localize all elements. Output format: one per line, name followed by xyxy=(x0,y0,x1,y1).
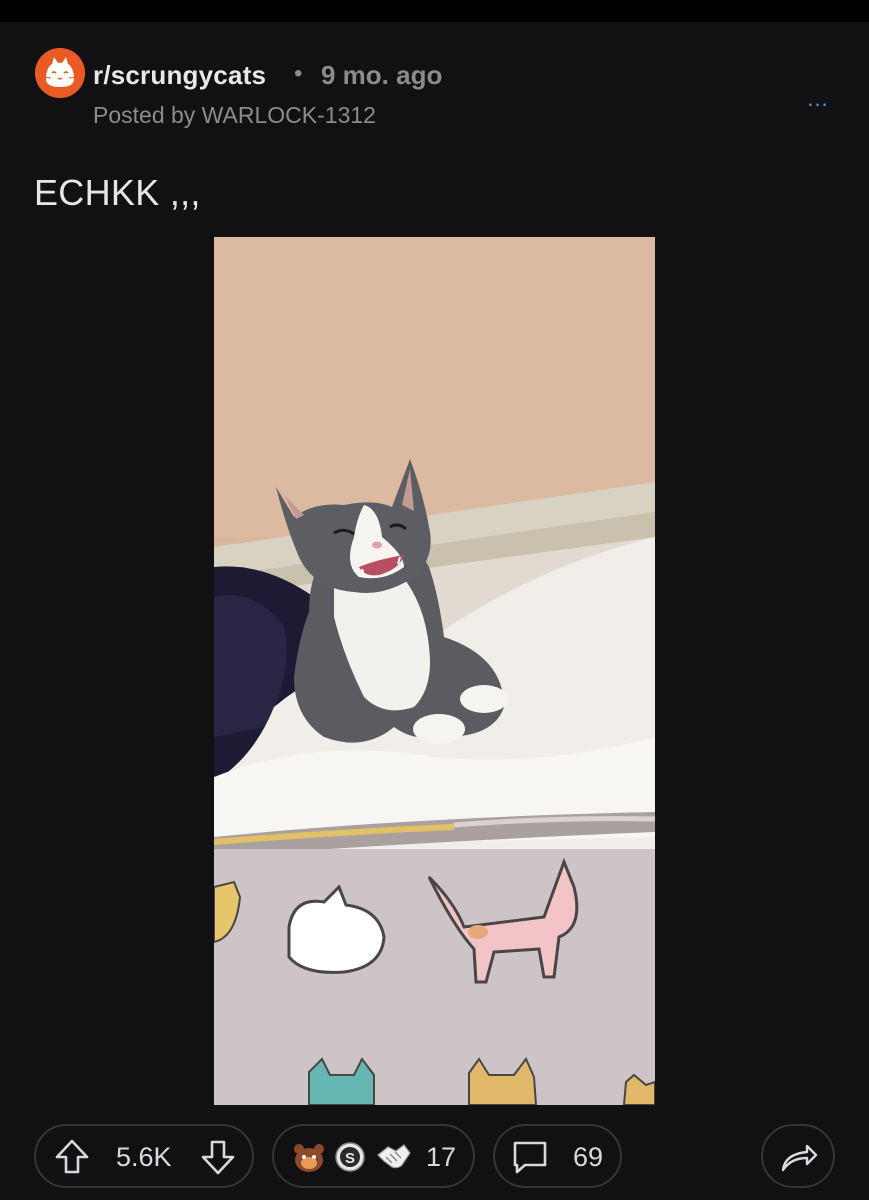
more-options-button[interactable]: ... xyxy=(800,84,836,114)
post-title[interactable]: ECHKK ,,, xyxy=(34,172,201,214)
share-arrow-icon xyxy=(781,1144,818,1172)
awards-count: 17 xyxy=(426,1142,457,1172)
speech-bubble-icon xyxy=(513,1141,547,1174)
post-age: 9 mo. ago xyxy=(321,60,443,90)
separator-dot: • xyxy=(294,60,303,87)
svg-text:S: S xyxy=(345,1150,355,1167)
upvote-count: 5.6K xyxy=(116,1142,172,1172)
awards-pill[interactable]: S 17 xyxy=(272,1124,475,1188)
vote-pill: 5.6K xyxy=(34,1124,254,1188)
arrow-up-icon[interactable] xyxy=(52,1137,92,1177)
handshake-award-icon xyxy=(377,1144,411,1169)
subreddit-link[interactable]: r/scrungycats xyxy=(93,60,266,91)
silver-award-icon: S xyxy=(335,1142,365,1172)
share-button[interactable] xyxy=(761,1124,835,1188)
post-media-image[interactable] xyxy=(214,237,655,1105)
status-bar xyxy=(0,0,869,22)
posted-by-user[interactable]: Posted by WARLOCK-1312 xyxy=(93,102,376,129)
bear-award-icon xyxy=(294,1144,324,1172)
comment-count: 69 xyxy=(573,1142,604,1172)
subreddit-cat-icon[interactable] xyxy=(35,48,85,98)
comments-button[interactable]: 69 xyxy=(493,1124,622,1188)
arrow-down-icon[interactable] xyxy=(198,1137,238,1177)
